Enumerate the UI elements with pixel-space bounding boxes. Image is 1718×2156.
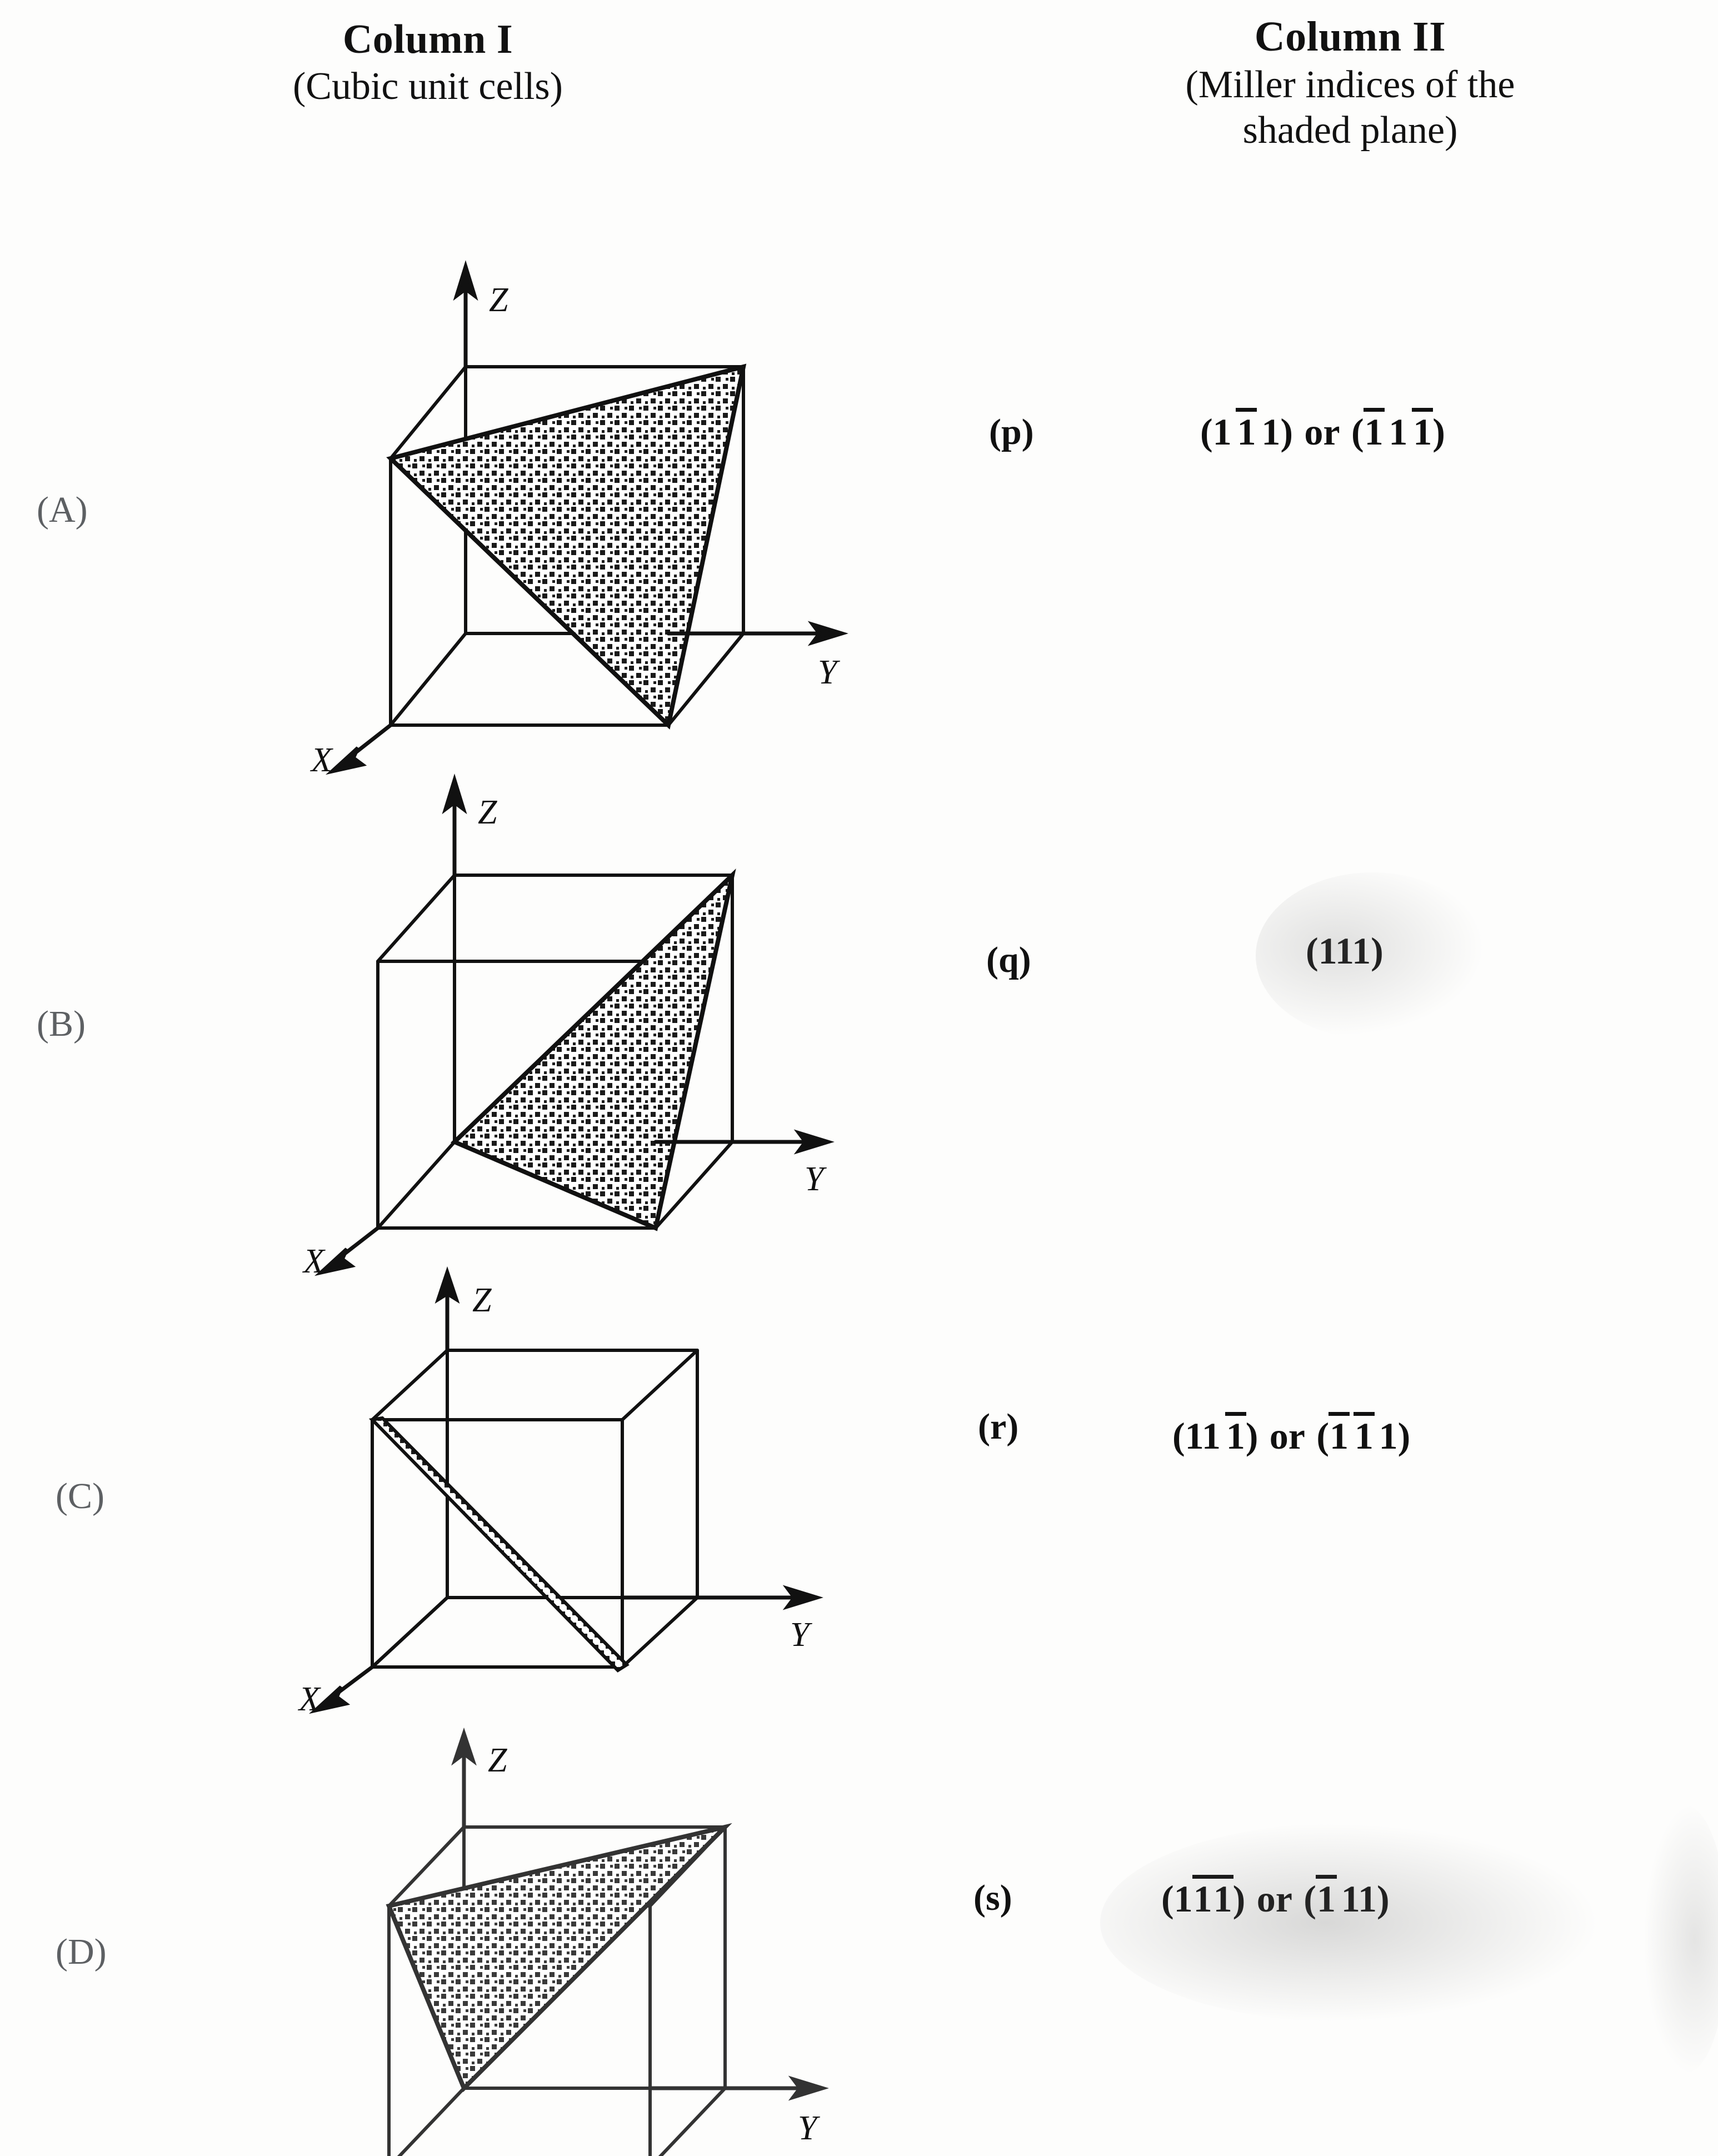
- scan-smudge-s: [1100, 1823, 1600, 2023]
- axis-label-x: X: [297, 1680, 321, 1718]
- axis-label-z: Z: [489, 281, 508, 319]
- column-1-subtitle: (Cubic unit cells): [292, 65, 563, 108]
- row-label-c: (C): [56, 1476, 104, 1516]
- axis-label-y: Y: [818, 653, 840, 691]
- shaded-plane: [386, 363, 747, 730]
- figure-cube-c: Z Y X: [297, 1266, 856, 1806]
- miller-p-second: (1 1 1): [1351, 407, 1445, 453]
- miller-key-r: (r): [978, 1406, 1019, 1447]
- axis-label-z: Z: [478, 793, 497, 831]
- miller-p-conjunction: or: [1304, 411, 1340, 453]
- scan-smudge-right-edge: [1645, 1806, 1718, 2073]
- miller-value-s: (111) or (1 11): [1161, 1874, 1390, 1921]
- miller-s-conjunction: or: [1256, 1878, 1292, 1920]
- axis-label-z: Z: [488, 1741, 507, 1779]
- miller-value-p: (1 1 1) or (1 1 1): [1200, 407, 1445, 454]
- axis-label-z: Z: [472, 1281, 492, 1319]
- miller-r-second: (1 1 1): [1316, 1411, 1411, 1457]
- shaded-plane: [386, 1823, 732, 2093]
- column-2-title: Column II: [1254, 13, 1446, 60]
- miller-r-first: (11 1): [1172, 1411, 1258, 1457]
- shaded-plane: [450, 869, 736, 1231]
- column-2-header: Column II (Miller indices of the shaded …: [1033, 12, 1667, 154]
- figure-cube-a: Z Y X: [309, 260, 856, 779]
- worksheet-page: Column I (Cubic unit cells) Column II (M…: [0, 0, 1718, 2156]
- miller-value-r: (11 1) or (1 1 1): [1172, 1411, 1411, 1458]
- row-label-a: (A): [37, 490, 88, 530]
- miller-s-first: (111): [1161, 1874, 1246, 1920]
- column-1-header: Column I (Cubic unit cells): [133, 16, 722, 110]
- miller-r-conjunction: or: [1269, 1415, 1305, 1457]
- axis-label-y: Y: [790, 1616, 812, 1654]
- miller-s-second: (1 11): [1304, 1874, 1390, 1920]
- axis-label-y: Y: [798, 2109, 820, 2147]
- row-label-b: (B): [37, 1004, 86, 1044]
- figure-cube-d: Z Y X: [311, 1727, 856, 2156]
- miller-q-first: (111): [1306, 930, 1384, 972]
- cube-back-face: [446, 1349, 699, 1599]
- miller-key-p: (p): [989, 412, 1034, 452]
- column-2-subtitle-line-1: (Miller indices of the: [1185, 63, 1515, 106]
- miller-value-q: (111): [1306, 929, 1384, 973]
- miller-key-q: (q): [986, 940, 1031, 980]
- column-1-title: Column I: [342, 17, 513, 62]
- column-2-subtitle-line-2: shaded plane): [1242, 109, 1458, 152]
- axis-label-y: Y: [805, 1160, 827, 1198]
- figure-cube-b: Z Y X: [302, 772, 856, 1284]
- row-label-d: (D): [56, 1932, 107, 1972]
- miller-key-s: (s): [973, 1878, 1012, 1918]
- miller-p-first: (1 1 1): [1200, 407, 1293, 453]
